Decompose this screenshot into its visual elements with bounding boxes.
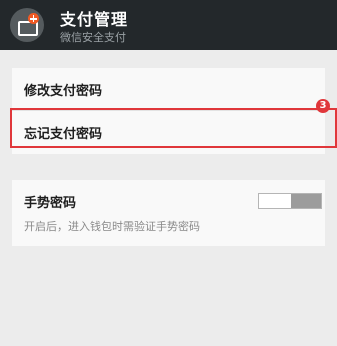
- page-subtitle: 微信安全支付: [60, 31, 126, 44]
- step-badge: 3: [316, 99, 330, 113]
- gesture-settings-group: 手势密码 开启后，进入钱包时需验证手势密码: [12, 180, 325, 246]
- modify-password-item[interactable]: 修改支付密码: [12, 68, 325, 111]
- gesture-password-label: 手势密码: [24, 196, 77, 211]
- gesture-password-toggle[interactable]: [258, 193, 322, 209]
- header-bar: 支付管理 微信安全支付: [0, 0, 337, 50]
- page-title: 支付管理: [60, 10, 129, 29]
- modify-password-label: 修改支付密码: [24, 84, 103, 99]
- toggle-knob[interactable]: [291, 194, 321, 208]
- wallet-card-add-icon[interactable]: [10, 8, 44, 42]
- plus-icon: [28, 13, 39, 24]
- forgot-password-highlight: [10, 108, 337, 148]
- gesture-password-description: 开启后，进入钱包时需验证手势密码: [24, 220, 200, 233]
